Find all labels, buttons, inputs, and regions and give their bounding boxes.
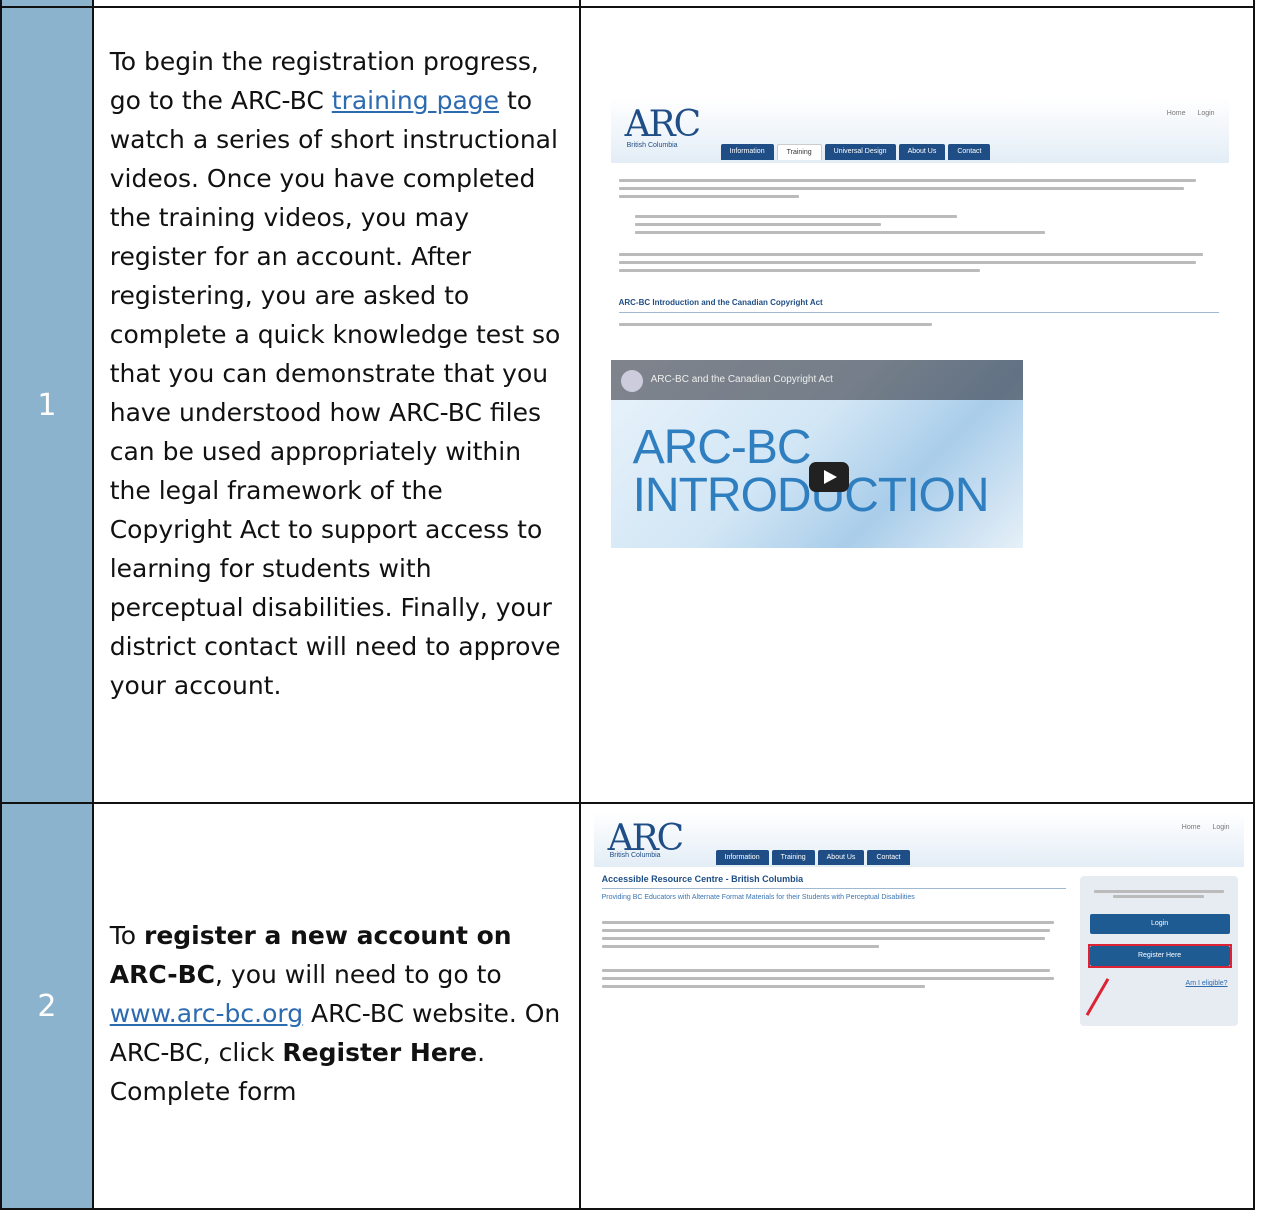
arc-logo: ARC [624, 104, 702, 145]
tab-training-2[interactable]: Training [771, 850, 815, 865]
step-text-cell-1: To begin the registration progress, go t… [91, 6, 581, 804]
bullet-lines [634, 210, 1221, 239]
section-divider [618, 312, 1219, 313]
site-header: ARC British Columbia Home Login Informat… [610, 98, 1229, 163]
intro-text-lines [618, 174, 1221, 203]
login-button[interactable]: Login [1089, 914, 1230, 934]
steps-table: 1 To begin the registration progress, go… [0, 0, 1256, 1210]
channel-avatar [620, 370, 643, 392]
step-image-cell-1: ARC British Columbia Home Login Informat… [578, 6, 1256, 804]
step-text-cell-2: To register a new account on ARC-BC, you… [91, 802, 581, 1210]
body-text-lines-2 [601, 964, 1064, 993]
training-page-screenshot: ARC British Columbia Home Login Informat… [610, 98, 1229, 548]
top-strip-text-cell [91, 0, 581, 8]
tab-about-us[interactable]: About Us [898, 144, 946, 160]
nav-tabs-2: Information Training About Us Contact [715, 850, 910, 865]
home-link-2[interactable]: Home [1182, 824, 1201, 831]
step2-bold-2: Register Here [282, 1038, 478, 1067]
tab-information-2[interactable]: Information [715, 850, 769, 865]
page-heading: Accessible Resource Centre - British Col… [601, 874, 804, 884]
play-icon[interactable] [808, 462, 849, 492]
top-links-2: Home Login [1172, 824, 1230, 831]
arc-bc-website-link[interactable]: www.arc-bc.org [110, 999, 303, 1028]
nav-tabs: Information Training Universal Design Ab… [720, 144, 991, 160]
section-text-line [618, 318, 1221, 331]
login-link[interactable]: Login [1197, 110, 1214, 117]
tab-contact[interactable]: Contact [948, 144, 991, 160]
tab-training[interactable]: Training [776, 144, 822, 160]
heading-divider [601, 888, 1066, 889]
body-text-lines [601, 916, 1064, 953]
home-link[interactable]: Home [1167, 110, 1186, 117]
am-i-eligible-link[interactable]: Am I eligible? [1186, 980, 1228, 987]
paragraph-lines [618, 248, 1221, 277]
homepage-screenshot: ARC British Columbia Home Login Informat… [593, 812, 1244, 1040]
video-player[interactable]: ARC-BC and the Canadian Copyright Act AR… [610, 360, 1023, 548]
page-subheading: Providing BC Educators with Alternate Fo… [601, 894, 915, 901]
section-heading: ARC-BC Introduction and the Canadian Cop… [618, 298, 823, 307]
step-number-2: 2 [0, 802, 94, 1210]
video-big-title-1: ARC-BC [632, 421, 812, 474]
top-strip-row [0, 0, 1256, 8]
top-strip-image-cell [578, 0, 1256, 8]
step2-text-1: To [109, 921, 144, 950]
tab-information[interactable]: Information [720, 144, 774, 160]
top-strip-num-cell [0, 0, 94, 8]
login-link-2[interactable]: Login [1212, 824, 1229, 831]
red-arrow-icon [1085, 978, 1109, 1016]
video-title: ARC-BC and the Canadian Copyright Act [650, 374, 833, 385]
step-text-1: To begin the registration progress, go t… [94, 8, 579, 705]
step-text-2: To register a new account on ARC-BC, you… [94, 804, 579, 1111]
account-panel: Login Register Here Am I eligible? [1079, 876, 1238, 1026]
register-highlight-box [1087, 944, 1232, 968]
step-row-1: 1 To begin the registration progress, go… [0, 6, 1256, 804]
arc-logo-subtitle: British Columbia [626, 142, 678, 149]
arc-logo-subtitle-2: British Columbia [609, 852, 661, 859]
step1-text-after: to watch a series of short instructional… [109, 86, 561, 700]
site-header-2: ARC British Columbia Home Login Informat… [593, 812, 1244, 867]
training-page-link[interactable]: training page [332, 86, 499, 115]
step-number-1: 1 [0, 6, 94, 804]
step-row-2: 2 To register a new account on ARC-BC, y… [0, 802, 1256, 1210]
panel-note [1093, 888, 1224, 904]
step-image-cell-2: ARC British Columbia Home Login Informat… [578, 802, 1256, 1210]
tab-contact-2[interactable]: Contact [867, 850, 910, 865]
step2-text-2: , you will need to go to [215, 960, 502, 989]
top-links: Home Login [1157, 110, 1215, 117]
tab-about-us-2[interactable]: About Us [817, 850, 865, 865]
tab-universal-design[interactable]: Universal Design [824, 144, 896, 160]
